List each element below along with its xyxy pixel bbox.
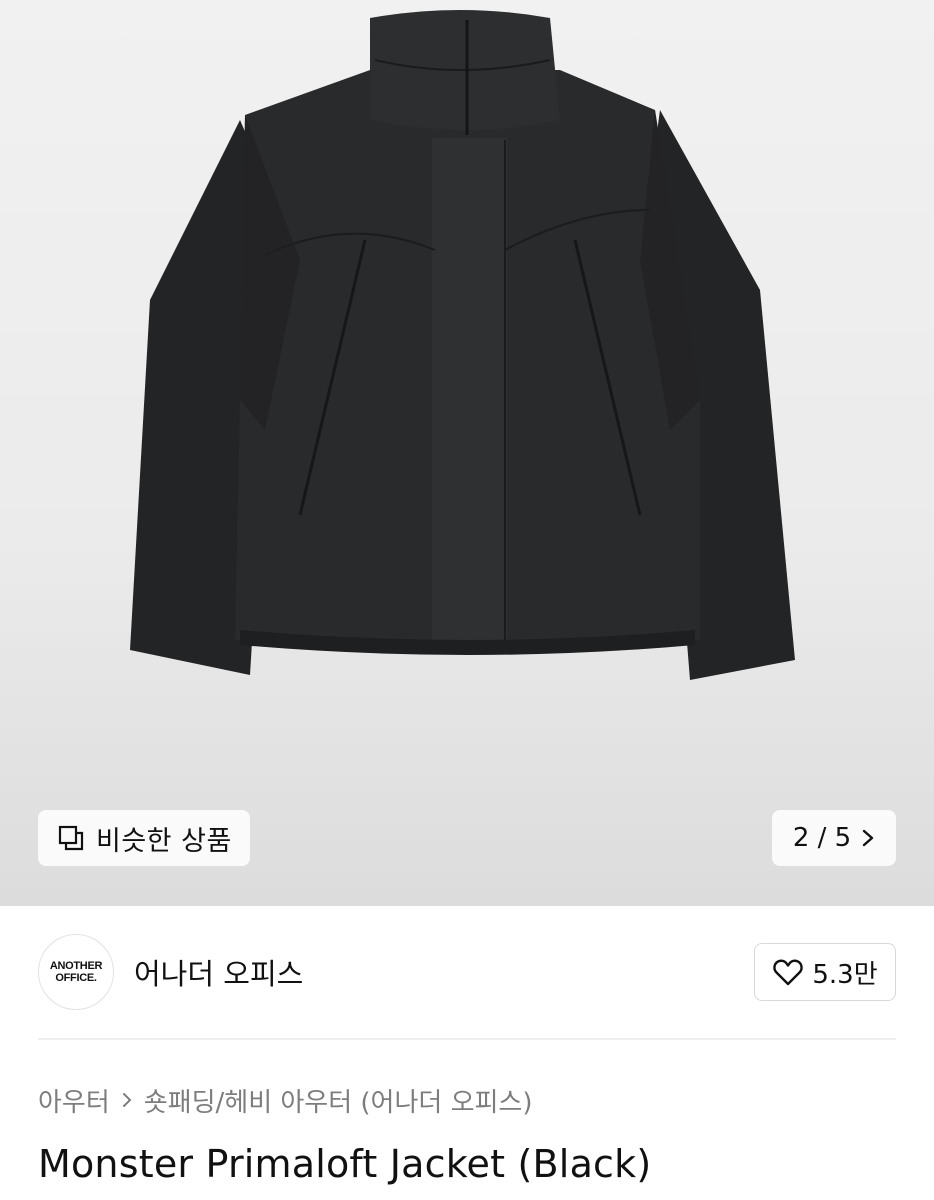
chevron-right-icon [862,829,874,847]
brand-logo-line2: OFFICE. [55,972,97,984]
copy-icon [58,825,84,851]
heart-icon [773,959,804,986]
divider [38,1038,896,1040]
product-title: Monster Primaloft Jacket (Black) [38,1142,652,1186]
like-count: 5.3만 [812,959,878,990]
product-image[interactable] [0,0,934,906]
similar-products-label: 비슷한 상품 [96,825,232,857]
brand-row: ANOTHER OFFICE. 어나더 오피스 5.3만 [38,934,896,1010]
breadcrumb-item-outer[interactable]: 아우터 [38,1082,110,1119]
brand-name[interactable]: 어나더 오피스 [134,951,303,993]
breadcrumb-item-category[interactable]: 숏패딩/헤비 아우터 (어나더 오피스) [144,1082,533,1119]
image-pager[interactable]: 2 / 5 [772,810,896,866]
chevron-right-icon [122,1093,131,1107]
brand-logo[interactable]: ANOTHER OFFICE. [38,934,114,1010]
breadcrumb: 아우터 숏패딩/헤비 아우터 (어나더 오피스) [38,1080,533,1120]
like-button[interactable]: 5.3만 [754,943,896,1001]
product-image-carousel[interactable]: 비슷한 상품 2 / 5 [0,0,934,906]
similar-products-button[interactable]: 비슷한 상품 [38,810,250,866]
brand-logo-line1: ANOTHER [49,960,103,972]
pager-counter: 2 / 5 [792,823,852,853]
